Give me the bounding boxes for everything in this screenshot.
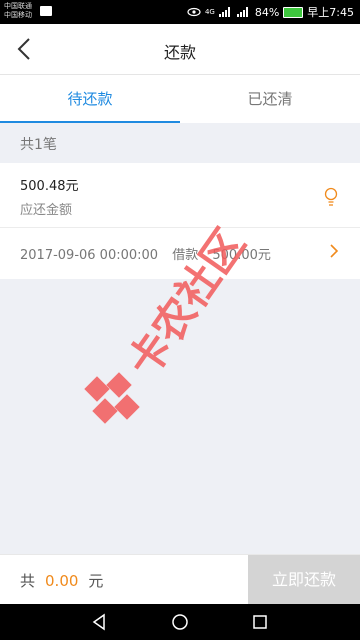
battery-percent: 84%	[254, 5, 280, 19]
total-unit: 元	[88, 572, 104, 590]
chevron-right-icon[interactable]	[328, 243, 340, 259]
carrier-line-2: 中国移动	[4, 11, 32, 19]
loan-principal: 500.00元	[212, 248, 271, 263]
nav-recents-icon[interactable]	[250, 612, 270, 632]
tab-bar: 待还款 已还清	[0, 75, 360, 123]
loan-count: 共1笔	[20, 137, 57, 153]
nav-home-icon[interactable]	[170, 612, 190, 632]
signal-icon-2	[236, 7, 251, 17]
page-title: 还款	[163, 43, 196, 62]
nav-back-icon[interactable]	[90, 612, 110, 632]
total-prefix: 共	[20, 572, 36, 590]
loan-detail-row[interactable]: 2017-09-06 00:00:00 借款 500.00元	[20, 244, 281, 263]
loan-type: 借款	[172, 248, 199, 263]
tab-paid-off[interactable]: 已还清	[180, 75, 360, 123]
header-bar: 还款	[0, 24, 360, 75]
lightbulb-icon	[324, 187, 338, 206]
loan-date: 2017-09-06 00:00:00	[20, 248, 159, 263]
card-divider	[0, 227, 360, 228]
carrier-line-1: 中国联通	[4, 2, 32, 10]
status-bar: 中国联通 中国移动 4G 84% 早上7:45	[0, 0, 360, 24]
payment-bar: 共 0.00 元 立即还款	[0, 554, 360, 605]
battery-icon	[283, 6, 304, 18]
total-summary: 共 0.00 元	[20, 570, 103, 591]
due-amount: 500.48元	[20, 179, 79, 194]
notification-icon	[40, 6, 52, 16]
clock: 早上7:45	[307, 6, 354, 19]
total-amount: 0.00	[45, 572, 79, 590]
pay-now-button[interactable]: 立即还款	[248, 555, 360, 605]
loan-card[interactable]: 500.48元 应还金额 2017-09-06 00:00:00 借款 500.…	[0, 163, 360, 279]
due-amount-label: 应还金额	[20, 203, 73, 218]
tab-pending[interactable]: 待还款	[0, 75, 180, 123]
carrier-info: 中国联通 中国移动	[4, 2, 32, 20]
network-type: 4G	[204, 8, 215, 16]
eye-icon	[187, 7, 201, 17]
system-nav-bar	[0, 604, 360, 640]
signal-icon	[218, 7, 233, 17]
